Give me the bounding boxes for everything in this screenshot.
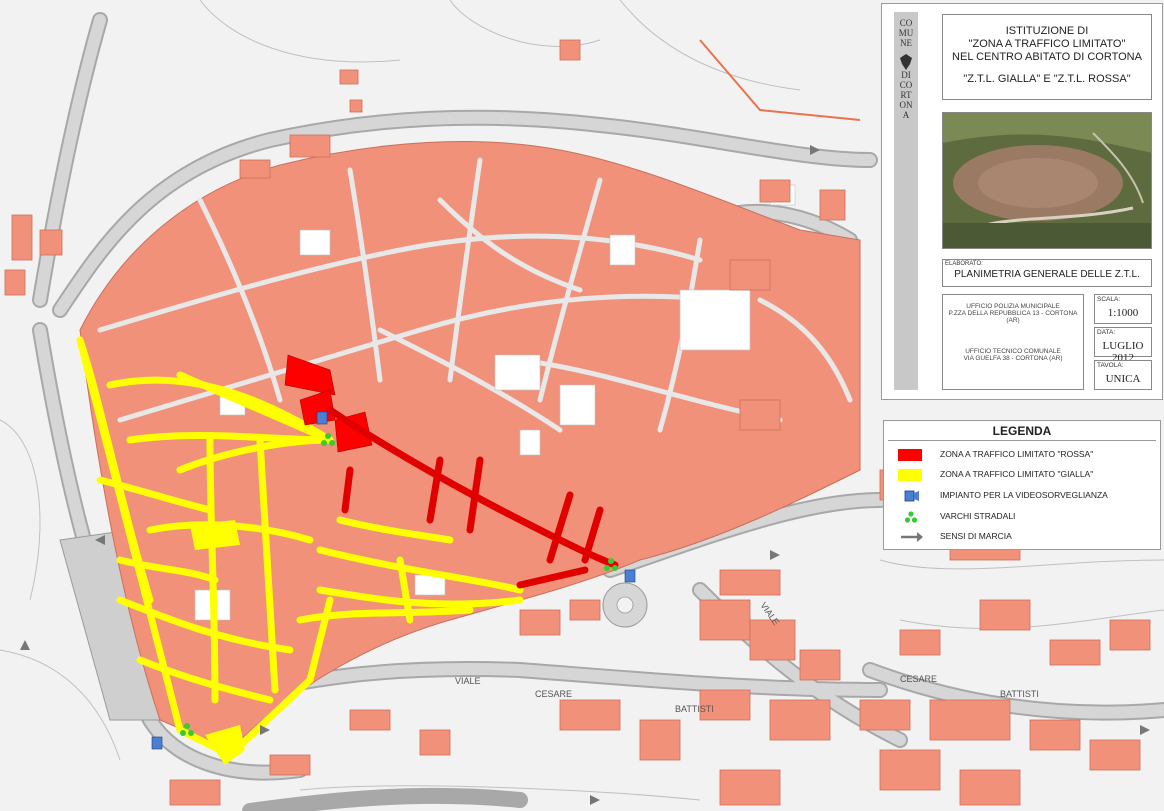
- title-box: ISTITUZIONE DI "ZONA A TRAFFICO LIMITATO…: [942, 14, 1152, 100]
- red-zone-swatch: [898, 449, 922, 461]
- road-label-battisti: BATTISTI: [675, 704, 714, 714]
- title-line: "ZONA A TRAFFICO LIMITATO": [968, 38, 1126, 50]
- yellow-zone-swatch: [898, 469, 922, 481]
- legend: LEGENDA ZONA A TRAFFICO LIMITATO "ROSSA"…: [883, 420, 1161, 550]
- arrow-icon: [901, 532, 923, 542]
- legend-item-camera: IMPIANTO PER LA VIDEOSORVEGLIANZA: [892, 488, 1157, 504]
- elaborato-box: ELABORATO: PLANIMETRIA GENERALE DELLE Z.…: [942, 259, 1152, 287]
- office-1-line1: UFFICIO POLIZIA MUNICIPALE: [966, 303, 1060, 310]
- title-line: ISTITUZIONE DI: [1005, 25, 1089, 37]
- office-2-line2: VIA GUELFA 38 - CORTONA (AR): [963, 355, 1063, 362]
- road-label-cesare: CESARE: [535, 689, 572, 699]
- legend-item-red-zone: ZONA A TRAFFICO LIMITATO "ROSSA": [892, 447, 1157, 463]
- road-label-viale: VIALE: [455, 676, 481, 686]
- camera-icon: [624, 569, 636, 583]
- elaborato-key: ELABORATO:: [945, 261, 983, 267]
- camera-icon: [316, 411, 328, 425]
- legend-title: LEGENDA: [992, 424, 1052, 438]
- eagle-emblem-icon: [900, 54, 912, 70]
- date-box: DATA: LUGLIO 2012: [1094, 327, 1152, 364]
- yellow-zone-piazza: [190, 520, 240, 550]
- legend-item-arrow: SENSI DI MARCIA: [892, 529, 1157, 545]
- title-block: CO MU NE DI CO RT ON A ISTITUZIONE DI "Z…: [881, 3, 1163, 400]
- tavola-key: TAVOLA:: [1097, 362, 1124, 369]
- tavola-value: UNICA: [1105, 373, 1141, 385]
- offices-box: UFFICIO POLIZIA MUNICIPALE P.ZZA DELLA R…: [942, 294, 1084, 390]
- aerial-photo: [942, 112, 1152, 249]
- legend-label: SENSI DI MARCIA: [940, 531, 1012, 541]
- road-label-cesare: CESARE: [900, 674, 937, 684]
- municipal-emblem: CO MU NE DI CO RT ON A: [894, 12, 918, 390]
- scale-box: SCALA: 1:1000: [1094, 294, 1152, 324]
- office-2-line1: UFFICIO TECNICO COMUNALE: [965, 348, 1061, 355]
- gate-icon: [904, 511, 918, 523]
- title-line: NEL CENTRO ABITATO DI CORTONA: [952, 51, 1142, 63]
- camera-icon: [151, 736, 163, 750]
- subtitle: "Z.T.L. GIALLA" E "Z.T.L. ROSSA": [963, 73, 1131, 85]
- elaborato-value: PLANIMETRIA GENERALE DELLE Z.T.L.: [954, 269, 1140, 280]
- tavola-box: TAVOLA: UNICA: [1094, 360, 1152, 390]
- legend-item-gate: VARCHI STRADALI: [892, 509, 1157, 525]
- legend-label: ZONA A TRAFFICO LIMITATO "GIALLA": [940, 469, 1094, 479]
- legend-label: IMPIANTO PER LA VIDEOSORVEGLIANZA: [940, 490, 1108, 500]
- scale-key: SCALA:: [1097, 296, 1121, 303]
- camera-icon: [904, 490, 919, 502]
- date-key: DATA:: [1097, 329, 1116, 336]
- legend-label: VARCHI STRADALI: [940, 511, 1016, 521]
- legend-label: ZONA A TRAFFICO LIMITATO "ROSSA": [940, 449, 1094, 459]
- legend-item-yellow-zone: ZONA A TRAFFICO LIMITATO "GIALLA": [892, 467, 1157, 483]
- scale-value: 1:1000: [1107, 307, 1139, 319]
- road-label-battisti: BATTISTI: [1000, 689, 1039, 699]
- office-1-line2: P.ZZA DELLA REPUBBLICA 13 - CORTONA (AR): [948, 310, 1078, 324]
